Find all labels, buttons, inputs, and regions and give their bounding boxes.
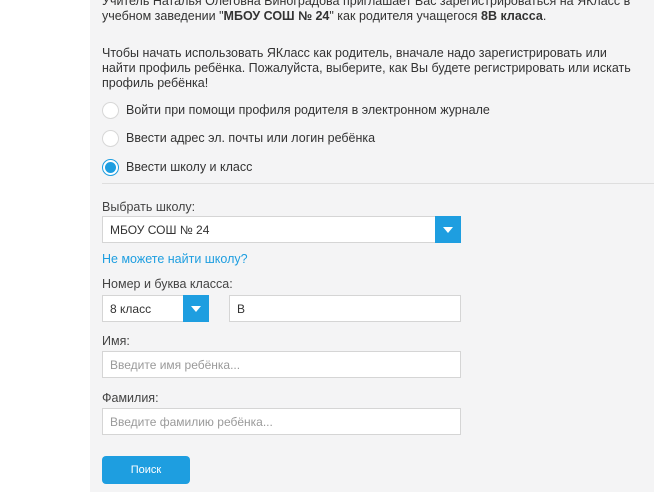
instructions-paragraph: Чтобы начать использовать ЯКласс как род…	[102, 46, 631, 90]
intro-text: Учитель Наталья Олеговна Виноградова при…	[102, 0, 650, 24]
radio-button[interactable]	[102, 101, 119, 119]
option-label: Ввести адрес эл. почты или логин ребёнка	[126, 131, 376, 145]
radio-button-checked[interactable]	[102, 158, 119, 176]
grade-select[interactable]: 8 класс	[102, 295, 209, 322]
school-select-toggle[interactable]	[435, 216, 461, 243]
intro-line-2: учебном заведении "МБОУ СОШ № 24" как ро…	[102, 9, 650, 24]
intro-line-1: Учитель Наталья Олеговна Виноградова при…	[102, 0, 631, 8]
intro-line-2-middle: " как родителя учащегося	[329, 9, 482, 23]
radio-button[interactable]	[102, 129, 119, 147]
chevron-down-icon	[443, 226, 453, 233]
class-name-bold: 8В класса	[481, 9, 543, 23]
class-label: Номер и буква класса:	[102, 277, 233, 291]
first-name-input[interactable]	[102, 351, 461, 378]
school-label: Выбрать школу:	[102, 200, 196, 214]
school-select-value: МБОУ СОШ № 24	[110, 222, 210, 237]
last-name-input[interactable]	[102, 408, 461, 435]
grade-select-toggle[interactable]	[183, 295, 209, 322]
search-button[interactable]: Поиск	[102, 456, 190, 484]
option-email-login[interactable]: Ввести адрес эл. почты или логин ребёнка	[102, 128, 375, 148]
option-label: Войти при помощи профиля родителя в элек…	[126, 103, 490, 117]
first-name-label: Имя:	[102, 334, 130, 348]
section-divider	[102, 183, 654, 184]
chevron-down-icon	[191, 305, 201, 312]
option-school-class[interactable]: Ввести школу и класс	[102, 157, 252, 177]
school-select[interactable]: МБОУ СОШ № 24	[102, 216, 461, 243]
intro-line-2-suffix: .	[542, 9, 547, 23]
intro-line-2-prefix: учебном заведении "	[102, 9, 224, 23]
grade-select-value: 8 класс	[110, 301, 152, 316]
school-name-bold: МБОУ СОШ № 24	[223, 9, 330, 23]
option-edu-journal[interactable]: Войти при помощи профиля родителя в элек…	[102, 100, 490, 120]
class-letter-input[interactable]	[229, 295, 461, 322]
last-name-label: Фамилия:	[102, 391, 159, 405]
option-label: Ввести школу и класс	[126, 160, 253, 174]
cant-find-school-link[interactable]: Не можете найти школу?	[102, 252, 248, 266]
